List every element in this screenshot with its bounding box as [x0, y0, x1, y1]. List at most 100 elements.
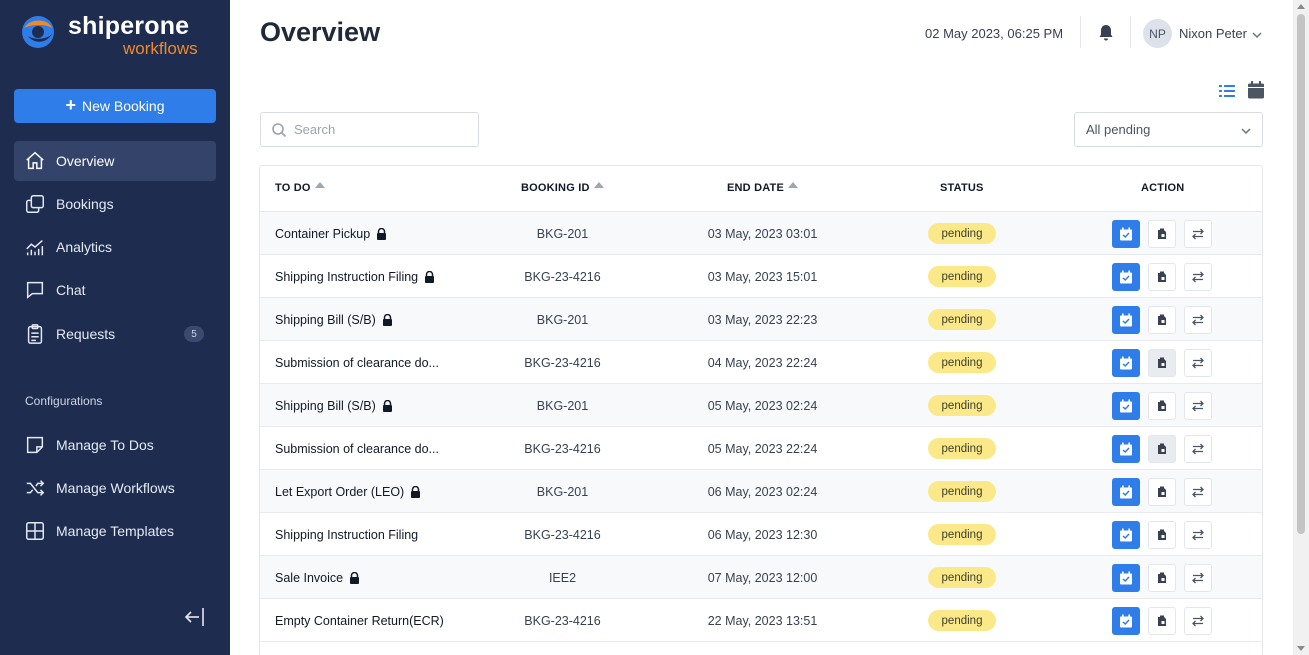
documents-button[interactable]	[1148, 563, 1176, 592]
status-cell: pending	[926, 513, 998, 556]
calendar-view-icon[interactable]	[1247, 80, 1265, 100]
documents-button[interactable]	[1148, 219, 1176, 248]
table-row[interactable]: Sale Invoice IEE2 07 May, 2023 12:00 pendin…	[260, 556, 1262, 599]
transfer-button[interactable]	[1184, 219, 1212, 248]
schedule-button[interactable]	[1112, 348, 1140, 377]
documents-button[interactable]	[1148, 520, 1176, 549]
transfer-icon	[1192, 228, 1204, 239]
end-date-cell: 06 May, 2023 12:30	[707, 527, 818, 542]
table-row[interactable]: Empty Container Return(ECR) BKG-23-4216 22…	[260, 599, 1262, 642]
table-row[interactable]: Submission of clearance do... BKG-23-4216…	[260, 341, 1262, 384]
documents-button[interactable]	[1148, 391, 1176, 420]
table-header: TO DO BOOKING ID END DATE STATUS ACTION	[260, 166, 1262, 212]
table-row[interactable]: Shipping Instruction Filing BKG-23-4216 03…	[260, 255, 1262, 298]
schedule-button[interactable]	[1112, 262, 1140, 291]
collapse-sidebar-icon[interactable]	[182, 604, 208, 630]
documents-button[interactable]	[1148, 305, 1176, 334]
transfer-button[interactable]	[1184, 606, 1212, 635]
avatar[interactable]: NP	[1143, 19, 1172, 48]
brand-sub: workflows	[123, 39, 198, 58]
sidebar-item-label: Analytics	[56, 239, 113, 255]
transfer-button[interactable]	[1184, 305, 1212, 334]
column-header-label: STATUS	[940, 182, 984, 194]
sidebar-item-label: Manage Workflows	[56, 480, 175, 496]
todo-cell: Let Export Order (LEO)	[275, 470, 421, 513]
sidebar-item-label: Overview	[56, 153, 115, 169]
action-cell	[1112, 255, 1212, 298]
status-filter-select[interactable]: All pending	[1074, 112, 1263, 147]
scroll-up-arrow-icon[interactable]	[1297, 4, 1305, 9]
transfer-button[interactable]	[1184, 434, 1212, 463]
schedule-button[interactable]	[1112, 219, 1140, 248]
booking-id-cell: BKG-23-4216	[524, 527, 601, 542]
schedule-button[interactable]	[1112, 606, 1140, 635]
schedule-button[interactable]	[1112, 520, 1140, 549]
scrollbar-thumb[interactable]	[1297, 14, 1305, 534]
status-cell: pending	[926, 427, 998, 470]
sort-ascending-icon[interactable]	[314, 182, 325, 188]
sidebar-item-analytics[interactable]: Analytics	[14, 227, 216, 267]
requests-count-badge: 5	[184, 326, 204, 342]
schedule-button[interactable]	[1112, 477, 1140, 506]
new-booking-button[interactable]: + New Booking	[14, 89, 216, 123]
documents-button[interactable]	[1148, 262, 1176, 291]
documents-button[interactable]	[1148, 434, 1176, 463]
todo-title: Submission of clearance do...	[275, 441, 439, 456]
sidebar-item-manage-templates[interactable]: Manage Templates	[14, 511, 216, 551]
column-header-end-date[interactable]: END DATE	[727, 182, 799, 194]
transfer-button[interactable]	[1184, 391, 1212, 420]
column-header-todo[interactable]: TO DO	[275, 182, 325, 194]
transfer-icon	[1192, 572, 1204, 583]
transfer-button[interactable]	[1184, 477, 1212, 506]
document-icon	[1158, 529, 1166, 540]
transfer-button[interactable]	[1184, 520, 1212, 549]
list-view-icon[interactable]	[1218, 82, 1236, 100]
transfer-button[interactable]	[1184, 262, 1212, 291]
booking-id-cell: BKG-23-4216	[524, 355, 601, 370]
transfer-button[interactable]	[1184, 563, 1212, 592]
sidebar-item-chat[interactable]: Chat	[14, 270, 216, 310]
sidebar-item-requests[interactable]: Requests 5	[14, 314, 216, 354]
page-scrollbar[interactable]	[1293, 0, 1309, 655]
documents-button[interactable]	[1148, 477, 1176, 506]
chart-icon	[26, 240, 44, 256]
scroll-down-arrow-icon[interactable]	[1297, 646, 1305, 651]
todo-cell: Submission of clearance do...	[275, 341, 439, 384]
document-icon	[1158, 400, 1166, 411]
transfer-button[interactable]	[1184, 348, 1212, 377]
table-row[interactable]: Shipping Bill (S/B) BKG-201 03 May, 2023 2…	[260, 298, 1262, 341]
sidebar-item-manage-todos[interactable]: Manage To Dos	[14, 425, 216, 465]
notification-bell-icon[interactable]	[1096, 23, 1116, 43]
schedule-button[interactable]	[1112, 434, 1140, 463]
action-cell	[1112, 599, 1212, 642]
todo-cell: Submission of clearance do...	[275, 427, 439, 470]
transfer-icon	[1192, 400, 1204, 411]
brand-logo[interactable]: shiperone workflows	[20, 12, 220, 62]
user-name[interactable]: Nixon Peter	[1179, 26, 1247, 41]
calendar-check-icon	[1120, 442, 1132, 455]
sort-ascending-icon[interactable]	[593, 182, 604, 188]
status-badge: pending	[927, 395, 997, 416]
table-row[interactable]: Container Pickup BKG-201 03 May, 2023 03:0…	[260, 212, 1262, 255]
documents-button[interactable]	[1148, 348, 1176, 377]
chevron-down-icon[interactable]	[1251, 29, 1263, 41]
status-cell: pending	[926, 384, 998, 427]
sort-ascending-icon[interactable]	[788, 182, 799, 188]
schedule-button[interactable]	[1112, 391, 1140, 420]
sidebar-item-manage-workflows[interactable]: Manage Workflows	[14, 468, 216, 508]
schedule-button[interactable]	[1112, 563, 1140, 592]
status-badge: pending	[927, 223, 997, 244]
table-row[interactable]: Shipping Bill (S/B) BKG-201 05 May, 2023 0…	[260, 384, 1262, 427]
schedule-button[interactable]	[1112, 305, 1140, 334]
status-badge: pending	[927, 610, 997, 631]
table-row[interactable]: Let Export Order (LEO) BKG-201 06 May, 202…	[260, 470, 1262, 513]
sidebar-item-overview[interactable]: Overview	[14, 141, 216, 181]
action-cell	[1112, 427, 1212, 470]
table-row[interactable]: Submission of clearance do... BKG-23-4216…	[260, 427, 1262, 470]
documents-button[interactable]	[1148, 606, 1176, 635]
sidebar-item-bookings[interactable]: Bookings	[14, 184, 216, 224]
calendar-check-icon	[1120, 313, 1132, 326]
table-row[interactable]: Shipping Instruction Filing BKG-23-4216 06…	[260, 513, 1262, 556]
column-header-booking-id[interactable]: BOOKING ID	[521, 182, 604, 194]
search-input[interactable]	[294, 122, 464, 137]
